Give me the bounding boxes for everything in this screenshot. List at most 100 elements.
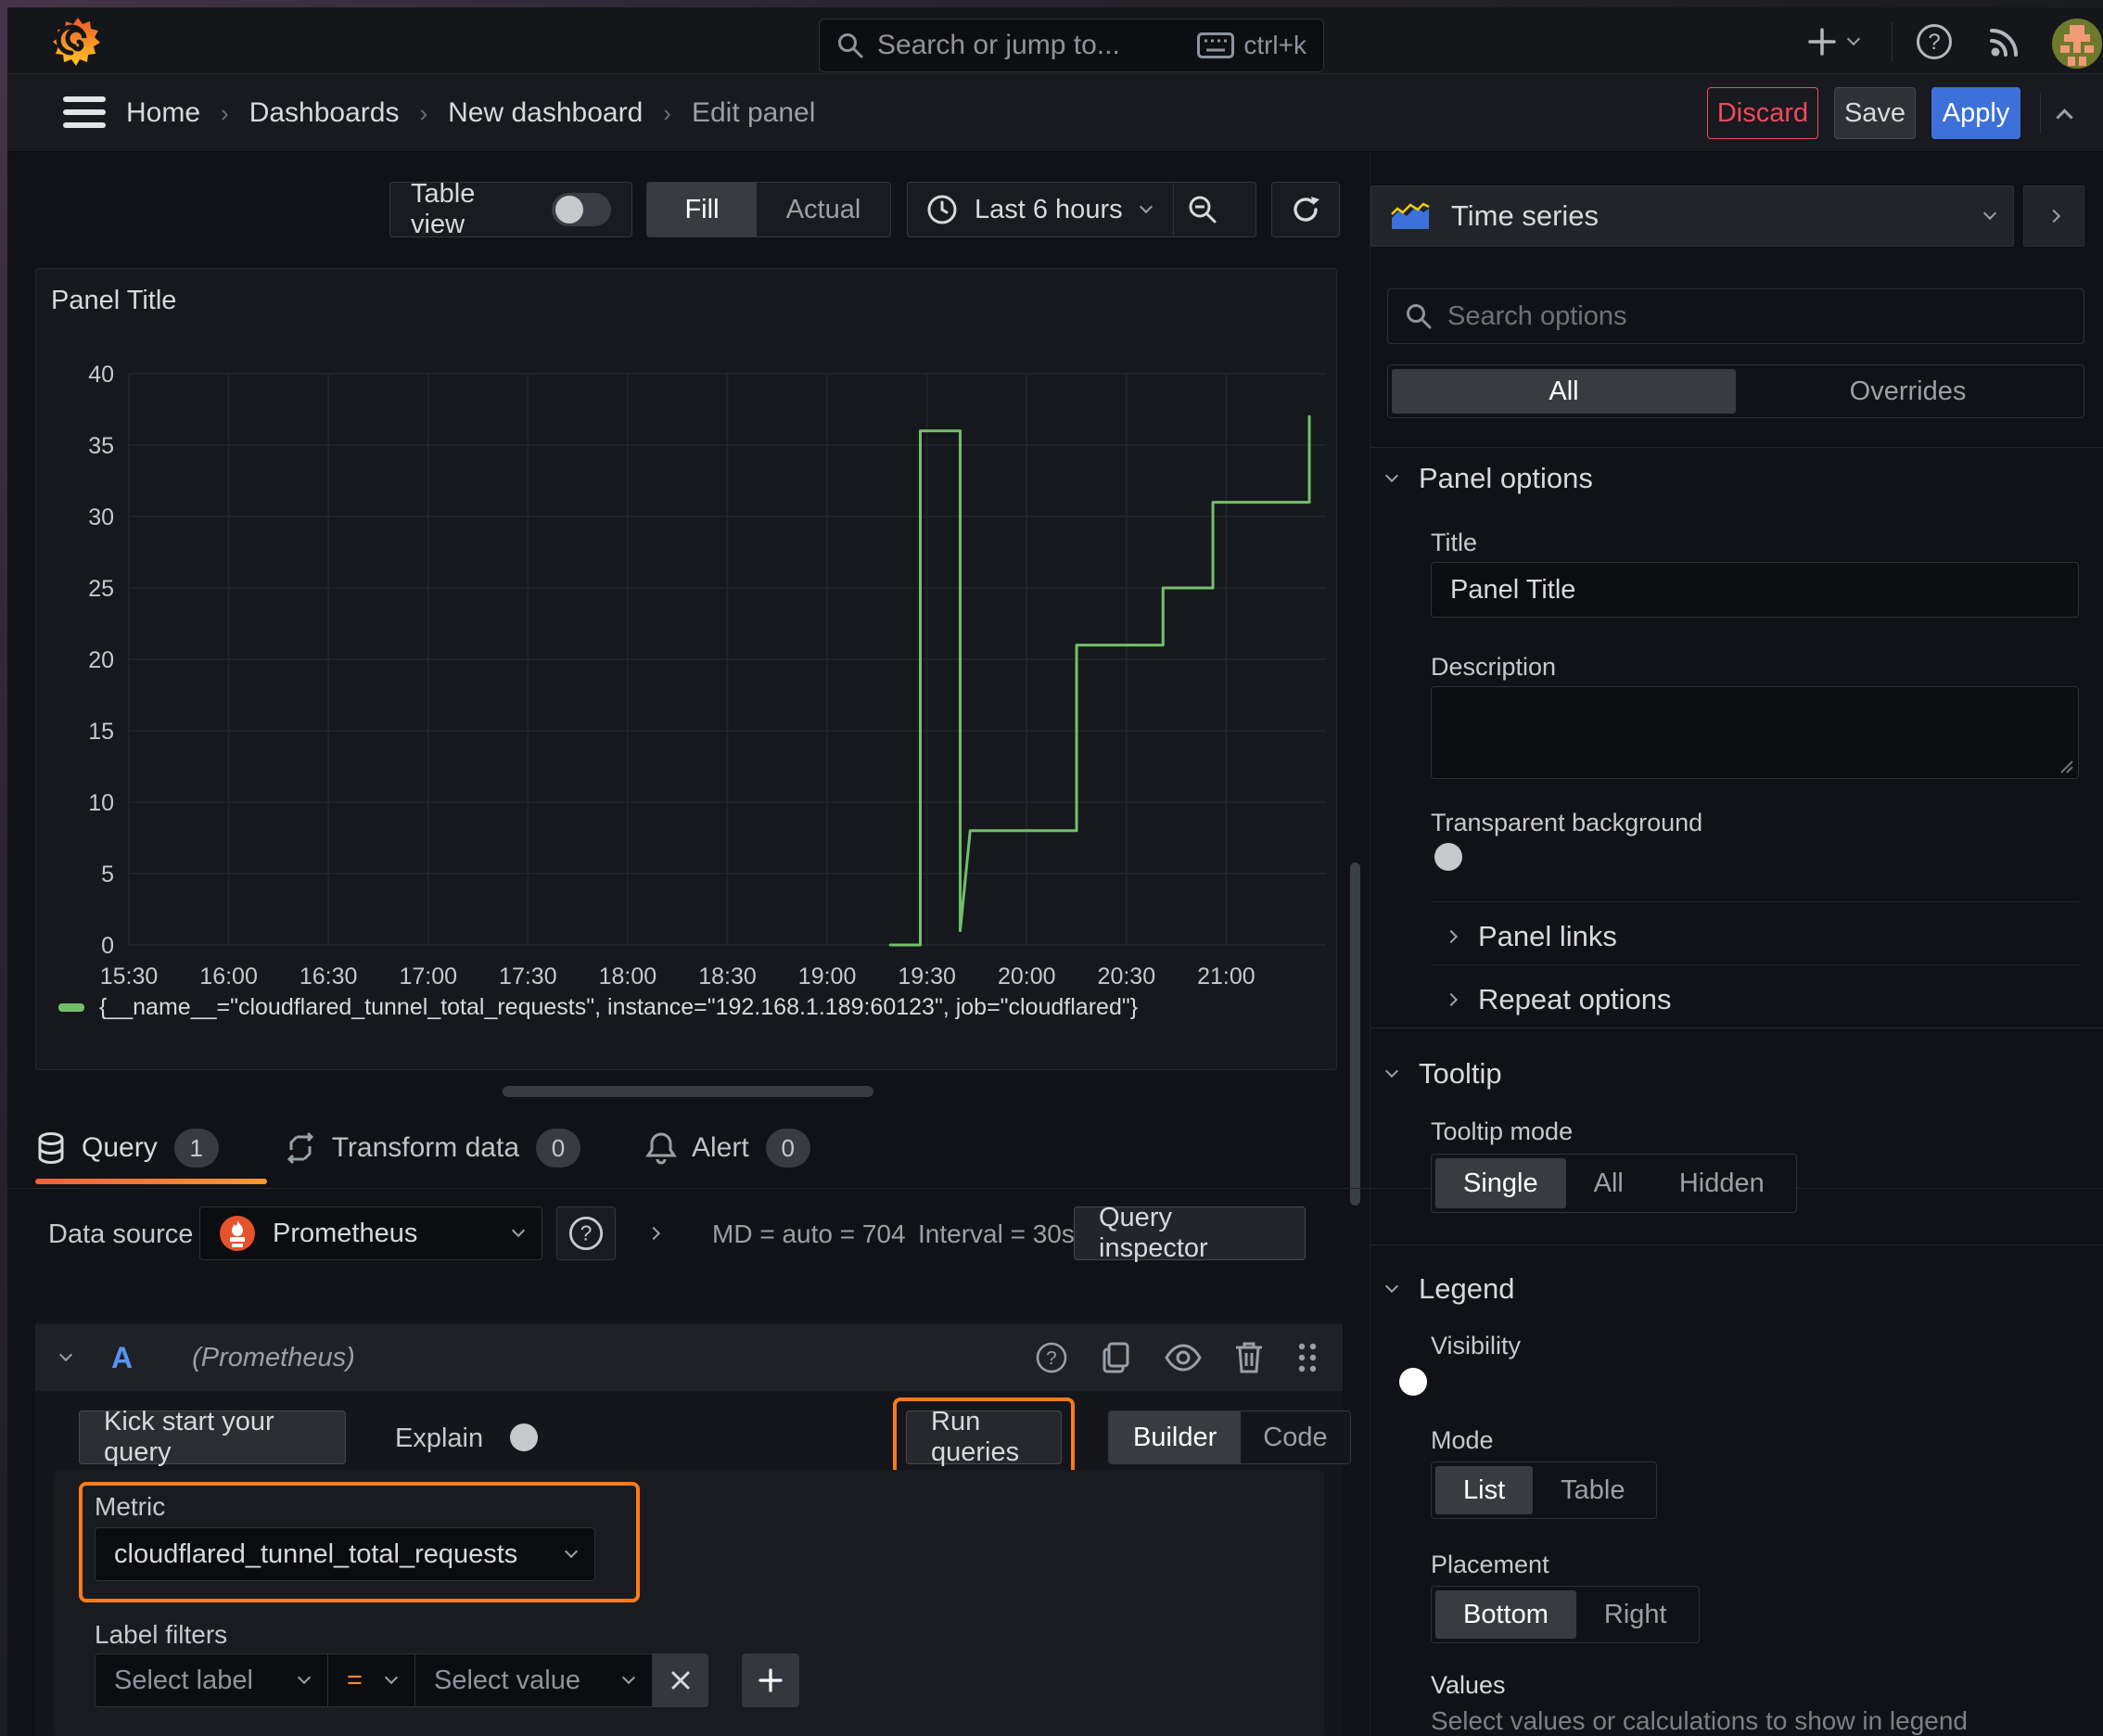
visualization-name: Time series <box>1451 199 1600 232</box>
metric-select[interactable]: cloudflared_tunnel_total_requests <box>95 1527 595 1581</box>
svg-text:0: 0 <box>101 933 114 959</box>
actual-option[interactable]: Actual <box>757 183 890 236</box>
collapse-toolbar-button[interactable] <box>2056 104 2073 126</box>
legend-header[interactable]: Legend <box>1384 1272 1515 1306</box>
refresh-button[interactable] <box>1271 182 1340 237</box>
svg-text:16:00: 16:00 <box>199 964 258 989</box>
zoom-out-button[interactable] <box>1174 183 1231 236</box>
tooltip-all-option[interactable]: All <box>1566 1158 1651 1208</box>
resize-icon <box>2060 760 2073 773</box>
tooltip-hidden-option[interactable]: Hidden <box>1651 1158 1792 1208</box>
delete-query-button[interactable] <box>1233 1340 1265 1375</box>
operator-dropdown[interactable]: = <box>328 1653 415 1707</box>
chevron-right-icon: › <box>663 98 671 127</box>
fill-option[interactable]: Fill <box>647 183 757 236</box>
chevron-right-icon: › <box>221 98 229 127</box>
tooltip-mode-label: Tooltip mode <box>1431 1117 1574 1145</box>
menu-icon[interactable] <box>63 96 106 128</box>
table-view-toggle[interactable] <box>552 193 611 226</box>
tooltip-header[interactable]: Tooltip <box>1384 1057 1502 1091</box>
apply-button[interactable]: Apply <box>1931 87 2020 139</box>
tab-all[interactable]: All <box>1392 369 1736 414</box>
help-button[interactable]: ? <box>1908 19 1960 65</box>
query-row-header[interactable]: A (Prometheus) ? <box>35 1324 1343 1391</box>
query-options-expander[interactable] <box>646 1226 661 1243</box>
remove-filter-button[interactable] <box>653 1653 708 1707</box>
tab-overrides[interactable]: Overrides <box>1736 369 2080 414</box>
table-view-label: Table view <box>411 179 476 239</box>
select-label-dropdown[interactable]: Select label <box>95 1653 328 1707</box>
prometheus-icon <box>219 1215 256 1252</box>
grafana-logo[interactable] <box>51 15 105 69</box>
tab-transform[interactable]: Transform data 0 <box>284 1129 580 1168</box>
panel-resize-handle[interactable] <box>503 1086 873 1097</box>
tab-alert[interactable]: Alert 0 <box>645 1129 810 1168</box>
panel-links-header[interactable]: Panel links <box>1444 920 1617 953</box>
chevron-down-icon <box>1139 199 1153 214</box>
builder-option[interactable]: Builder <box>1109 1411 1242 1463</box>
datasource-picker[interactable]: Prometheus <box>199 1206 542 1260</box>
breadcrumb-home[interactable]: Home <box>126 97 200 129</box>
select-value-dropdown[interactable]: Select value <box>415 1653 653 1707</box>
code-option[interactable]: Code <box>1241 1411 1349 1463</box>
chevron-down-icon <box>58 1347 73 1362</box>
query-editor-card: A (Prometheus) ? Kick start your query E… <box>35 1321 1351 1736</box>
operator-value: = <box>347 1665 363 1695</box>
kick-start-button[interactable]: Kick start your query <box>79 1407 346 1467</box>
legend-title: Legend <box>1419 1272 1515 1305</box>
add-menu-button[interactable] <box>1795 19 1869 65</box>
legend-list-option[interactable]: List <box>1435 1466 1534 1514</box>
chevron-down-icon <box>564 1544 579 1559</box>
label-filters-row: Select label = Select value <box>95 1653 799 1707</box>
metric-value: cloudflared_tunnel_total_requests <box>114 1538 518 1569</box>
legend-table-option[interactable]: Table <box>1533 1466 1652 1514</box>
query-inspector-button[interactable]: Query inspector <box>1074 1203 1306 1263</box>
chart-legend[interactable]: {__name__="cloudflared_tunnel_total_requ… <box>58 994 1138 1021</box>
svg-text:15: 15 <box>88 719 114 745</box>
title-input[interactable] <box>1431 562 2079 618</box>
collapse-options-button[interactable] <box>2023 185 2084 247</box>
time-range-label[interactable]: Last 6 hours <box>975 195 1123 225</box>
svg-text:21:00: 21:00 <box>1197 964 1255 989</box>
panel-links-title: Panel links <box>1478 920 1617 952</box>
datasource-help-button[interactable]: ? <box>556 1206 616 1260</box>
tooltip-single-option[interactable]: Single <box>1435 1158 1566 1208</box>
options-search[interactable]: Search options <box>1387 288 2084 344</box>
description-label: Description <box>1431 653 1557 681</box>
chevron-up-icon <box>2056 108 2073 126</box>
news-button[interactable] <box>1979 19 2031 65</box>
save-button[interactable]: Save <box>1834 87 1916 139</box>
transparent-background-label: Transparent background <box>1431 809 1703 836</box>
global-search[interactable]: Search or jump to... ctrl+k <box>819 19 1324 72</box>
breadcrumb-dashboards[interactable]: Dashboards <box>249 97 400 129</box>
query-help-button[interactable]: ? <box>1035 1341 1068 1374</box>
repeat-options-header[interactable]: Repeat options <box>1444 983 1672 1016</box>
window-edge-left <box>0 0 7 1736</box>
panel-options-header[interactable]: Panel options <box>1384 462 1593 495</box>
description-textarea[interactable] <box>1431 686 2079 779</box>
add-filter-button[interactable] <box>742 1653 799 1707</box>
drag-query-handle[interactable] <box>1296 1341 1319 1374</box>
main-scrollbar[interactable] <box>1350 862 1360 1206</box>
placement-bottom-option[interactable]: Bottom <box>1435 1590 1576 1639</box>
chevron-right-icon <box>2046 209 2061 223</box>
duplicate-query-button[interactable] <box>1100 1341 1133 1374</box>
svg-text:19:30: 19:30 <box>898 964 956 989</box>
placement-right-option[interactable]: Right <box>1576 1590 1695 1639</box>
hide-query-button[interactable] <box>1165 1343 1202 1372</box>
visualization-picker[interactable]: Time series <box>1370 185 2014 247</box>
news-icon <box>1990 29 2018 57</box>
keyboard-icon <box>1197 32 1235 58</box>
interval: Interval = 30s <box>918 1219 1075 1248</box>
run-queries-button[interactable]: Run queries <box>906 1407 1062 1467</box>
tooltip-mode-switch: Single All Hidden <box>1431 1154 1797 1213</box>
chevron-down-icon <box>1982 206 1997 221</box>
datasource-name: Prometheus <box>273 1218 418 1248</box>
tab-query[interactable]: Query 1 <box>35 1129 219 1168</box>
avatar[interactable] <box>2051 18 2103 70</box>
breadcrumb-new-dashboard[interactable]: New dashboard <box>448 97 643 129</box>
legend-placement-switch: Bottom Right <box>1431 1586 1700 1643</box>
timeseries-chart[interactable]: 0 5 10 15 20 25 30 35 40 15:30 16:00 16:30 17:00 17:3… <box>36 269 1336 992</box>
discard-button[interactable]: Discard <box>1707 87 1818 139</box>
trash-icon <box>1236 1342 1262 1373</box>
